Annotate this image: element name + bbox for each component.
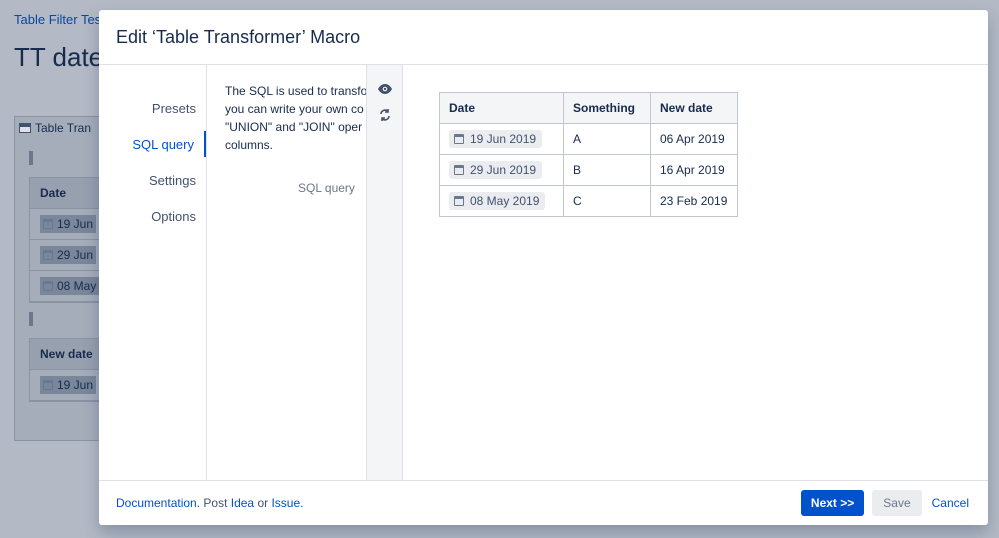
table-row: 29 Jun 2019 B 16 Apr 2019	[439, 154, 738, 186]
calendar-icon	[43, 281, 53, 291]
calendar-icon	[454, 165, 464, 175]
save-button[interactable]: Save	[872, 490, 922, 516]
preview-toolbar	[367, 65, 403, 480]
dialog-body: Presets SQL query Settings Options The S…	[99, 65, 988, 480]
nav-item-sql-query[interactable]: SQL query	[99, 131, 206, 157]
sql-description: The SQL is used to transfo you can write…	[225, 84, 367, 152]
drag-handle	[29, 151, 33, 165]
calendar-icon	[43, 219, 53, 229]
table-row: 19 Jun 2019 A 06 Apr 2019	[439, 123, 738, 155]
something-cell: A	[563, 123, 651, 155]
settings-nav: Presets SQL query Settings Options	[99, 65, 207, 480]
issue-link[interactable]: Issue.	[271, 496, 303, 510]
dialog-header: Edit ‘Table Transformer’ Macro	[99, 10, 988, 65]
sql-form-panel: The SQL is used to transfo you can write…	[207, 65, 367, 480]
date-cell: 29 Jun 2019	[439, 154, 564, 186]
calendar-icon	[43, 380, 53, 390]
next-button[interactable]: Next >>	[800, 490, 865, 516]
column-header-date: Date	[439, 92, 564, 124]
idea-link[interactable]: Idea	[231, 496, 254, 510]
macro-editor-dialog: Edit ‘Table Transformer’ Macro Presets S…	[99, 10, 988, 525]
macro-placeholder-title: Table Tran	[35, 121, 92, 135]
nav-item-presets[interactable]: Presets	[99, 95, 206, 121]
new-date-cell: 16 Apr 2019	[650, 154, 738, 186]
sql-query-label: SQL query	[298, 181, 355, 195]
date-cell: 08 May 2019	[439, 185, 564, 217]
table-icon	[19, 123, 31, 133]
calendar-icon	[454, 196, 464, 206]
calendar-icon	[454, 134, 464, 144]
nav-item-settings[interactable]: Settings	[99, 167, 206, 193]
column-header-something: Something	[563, 92, 651, 124]
macro-placeholder-header: Table Tran	[19, 121, 91, 135]
breadcrumb: Table Filter Test	[14, 12, 105, 27]
date-chip: 08 May 2019	[449, 192, 546, 210]
documentation-link[interactable]: Documentation.	[116, 496, 200, 510]
something-cell: C	[563, 185, 651, 217]
something-cell: B	[563, 154, 651, 186]
date-chip: 19 Jun 2019	[449, 130, 543, 148]
or-text: or	[257, 496, 269, 510]
post-text: Post	[203, 496, 228, 510]
eye-icon[interactable]	[375, 80, 395, 98]
table-row: 08 May 2019 C 23 Feb 2019	[439, 185, 738, 217]
page-title: TT date	[14, 42, 104, 72]
calendar-icon	[43, 250, 53, 260]
new-date-cell: 23 Feb 2019	[650, 185, 738, 217]
table-header-row: Date Something New date	[439, 92, 738, 124]
refresh-icon[interactable]	[375, 106, 395, 124]
new-date-cell: 06 Apr 2019	[650, 123, 738, 155]
drag-handle	[29, 312, 33, 326]
preview-panel: Date Something New date 19 Jun 2019 A 06…	[403, 65, 988, 480]
preview-table: Date Something New date 19 Jun 2019 A 06…	[439, 92, 738, 217]
dialog-title: Edit ‘Table Transformer’ Macro	[116, 26, 361, 47]
footer-links: Documentation. Post Idea or Issue.	[116, 496, 303, 510]
nav-item-options[interactable]: Options	[99, 203, 206, 229]
date-chip: 29 Jun 2019	[449, 161, 543, 179]
date-cell: 19 Jun 2019	[439, 123, 564, 155]
dialog-footer: Documentation. Post Idea or Issue. Next …	[99, 480, 988, 525]
footer-actions: Next >> Save Cancel	[800, 490, 971, 516]
column-header-new-date: New date	[650, 92, 738, 124]
cancel-button[interactable]: Cancel	[930, 490, 971, 516]
